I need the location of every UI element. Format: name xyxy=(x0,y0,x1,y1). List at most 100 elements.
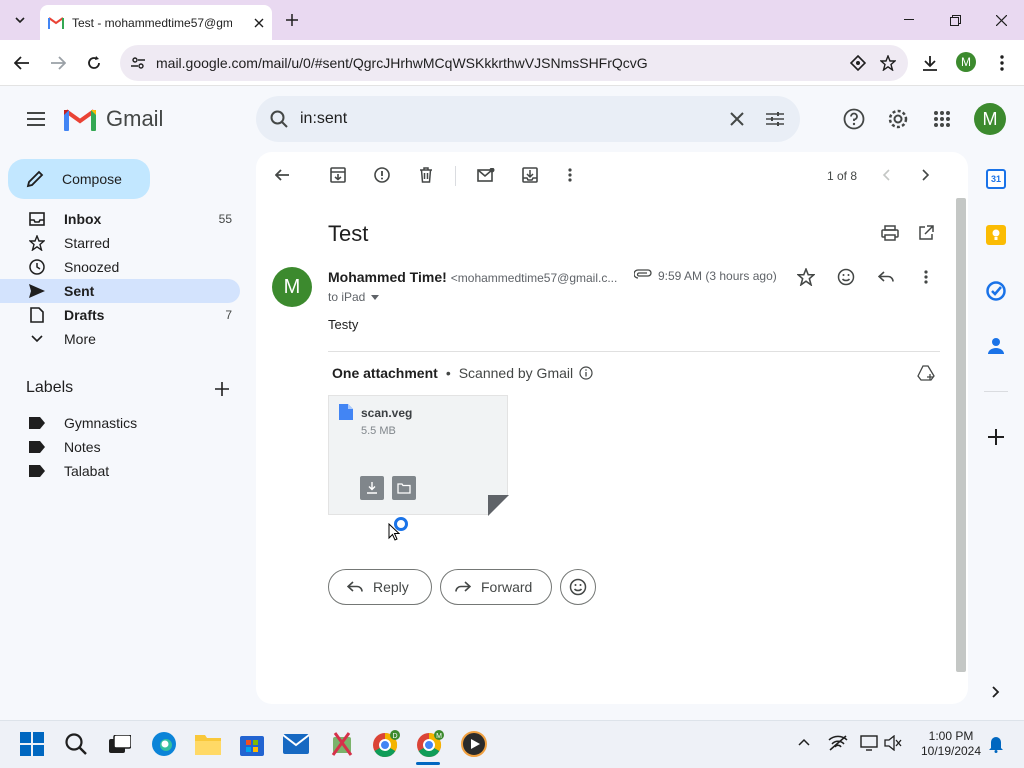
tasks-app-icon[interactable] xyxy=(986,281,1006,301)
file-explorer-icon[interactable] xyxy=(192,728,224,760)
more-actions-icon[interactable] xyxy=(554,159,586,191)
compose-button[interactable]: Compose xyxy=(8,159,150,199)
clock-time: 1:00 PM xyxy=(928,729,974,743)
notification-bell-icon[interactable] xyxy=(988,735,1004,753)
keep-app-icon[interactable] xyxy=(986,225,1006,245)
label-item-talabat[interactable]: Talabat xyxy=(0,459,240,483)
vertical-scrollbar[interactable] xyxy=(956,198,966,672)
task-view-icon[interactable] xyxy=(104,728,136,760)
system-clock[interactable]: 1:00 PM 10/19/2024 xyxy=(916,729,986,759)
chevron-down-icon xyxy=(28,330,46,348)
sidebar-item-more[interactable]: More xyxy=(0,327,240,351)
create-label-icon[interactable] xyxy=(206,373,238,405)
sidebar-item-snoozed[interactable]: Snoozed xyxy=(0,255,240,279)
windows-start-icon[interactable] xyxy=(16,728,48,760)
settings-gear-icon[interactable] xyxy=(882,103,914,135)
downloads-icon[interactable] xyxy=(914,47,946,79)
save-to-drive-icon[interactable] xyxy=(910,357,942,389)
show-side-panel-icon[interactable] xyxy=(992,686,1000,698)
tab-close-icon[interactable] xyxy=(254,18,264,28)
reply-icon[interactable] xyxy=(870,261,902,293)
forward-button[interactable]: Forward xyxy=(440,569,552,605)
sidebar-item-label: Inbox xyxy=(64,211,102,227)
reply-button[interactable]: Reply xyxy=(328,569,432,605)
forward-icon[interactable] xyxy=(42,47,74,79)
mail-app-icon[interactable] xyxy=(280,728,312,760)
support-icon[interactable] xyxy=(838,103,870,135)
back-icon[interactable] xyxy=(6,47,38,79)
media-player-icon[interactable] xyxy=(458,728,490,760)
address-bar[interactable]: mail.google.com/mail/u/0/#sent/QgrcJHrhw… xyxy=(120,45,908,81)
chrome-profile-d-icon[interactable]: D xyxy=(370,728,402,760)
main-menu-icon[interactable] xyxy=(20,103,52,135)
open-new-window-icon[interactable] xyxy=(910,217,942,249)
account-avatar[interactable]: M xyxy=(974,103,1006,135)
calendar-app-icon[interactable]: 31 xyxy=(986,169,1006,189)
search-bar[interactable]: in:sent xyxy=(256,96,800,142)
edge-browser-icon[interactable] xyxy=(148,728,180,760)
move-to-icon[interactable] xyxy=(514,159,546,191)
emoji-react-icon[interactable] xyxy=(830,261,862,293)
forward-label: Forward xyxy=(481,579,533,595)
attachment-card[interactable]: scan.veg 5.5 MB xyxy=(328,395,509,516)
get-addons-icon[interactable] xyxy=(988,429,1004,445)
snipping-tool-icon[interactable] xyxy=(326,728,358,760)
archive-icon[interactable] xyxy=(322,159,354,191)
back-to-list-icon[interactable] xyxy=(266,159,298,191)
label-item-notes[interactable]: Notes xyxy=(0,435,240,459)
clear-search-icon[interactable] xyxy=(730,112,744,126)
search-options-icon[interactable] xyxy=(766,111,784,127)
taskbar-search-icon[interactable] xyxy=(60,728,92,760)
newer-chevron-icon[interactable] xyxy=(870,159,902,191)
attachment-add-to-drive-button[interactable] xyxy=(392,476,416,500)
network-icon[interactable] xyxy=(828,735,848,751)
sender-avatar[interactable]: M xyxy=(272,267,312,307)
mark-unread-icon[interactable] xyxy=(470,159,502,191)
chrome-profile-m-icon[interactable]: M xyxy=(414,728,446,760)
recipients-dropdown-icon[interactable] xyxy=(371,294,380,300)
search-icon[interactable] xyxy=(270,110,288,128)
tab-search-icon[interactable] xyxy=(4,4,36,36)
search-input[interactable]: in:sent xyxy=(300,110,347,128)
site-info-icon[interactable] xyxy=(130,55,146,71)
contacts-app-icon[interactable] xyxy=(988,337,1004,355)
emoji-reaction-button[interactable] xyxy=(560,569,596,605)
browser-tab-active[interactable]: Test - mohammedtime57@gmail.com xyxy=(40,5,272,40)
forward-arrow-icon xyxy=(455,581,471,593)
chrome-menu-icon[interactable] xyxy=(986,47,1018,79)
tab-title: Test - mohammedtime57@gmail.com xyxy=(72,15,232,30)
star-message-icon[interactable] xyxy=(790,261,822,293)
sender-name[interactable]: Mohammed Time! xyxy=(328,269,447,285)
chrome-profile-avatar[interactable]: M xyxy=(956,52,976,72)
show-hidden-icons-icon[interactable] xyxy=(798,738,810,746)
message-more-icon[interactable] xyxy=(910,261,942,293)
google-apps-icon[interactable] xyxy=(926,103,958,135)
microsoft-store-icon[interactable] xyxy=(236,728,268,760)
reply-arrow-icon xyxy=(347,581,363,593)
info-icon[interactable] xyxy=(579,366,593,380)
display-icon[interactable] xyxy=(860,735,878,751)
bookmark-star-icon[interactable] xyxy=(880,55,896,71)
gmail-logo[interactable]: Gmail xyxy=(64,106,163,132)
sidebar-item-drafts[interactable]: Drafts 7 xyxy=(0,303,240,327)
delete-icon[interactable] xyxy=(410,159,442,191)
print-icon[interactable] xyxy=(874,217,906,249)
label-item-gymnastics[interactable]: Gymnastics xyxy=(0,411,240,435)
sidebar-item-sent[interactable]: Sent xyxy=(0,279,240,303)
sidebar-item-starred[interactable]: Starred xyxy=(0,231,240,255)
new-tab-button[interactable] xyxy=(276,4,308,36)
restore-button[interactable] xyxy=(932,0,978,40)
sidebar-item-label: Sent xyxy=(64,283,95,299)
attachment-filesize: 5.5 MB xyxy=(361,425,396,437)
label-tag-icon xyxy=(28,438,46,456)
recipients-line[interactable]: to iPad xyxy=(328,290,380,304)
attachment-download-button[interactable] xyxy=(360,476,384,500)
minimize-button[interactable] xyxy=(886,0,932,40)
close-window-button[interactable] xyxy=(978,0,1024,40)
reload-icon[interactable] xyxy=(78,47,110,79)
volume-muted-icon[interactable] xyxy=(884,735,902,751)
report-spam-icon[interactable] xyxy=(366,159,398,191)
lens-icon[interactable] xyxy=(850,55,866,71)
sidebar-item-inbox[interactable]: Inbox 55 xyxy=(0,207,240,231)
older-chevron-icon[interactable] xyxy=(910,159,942,191)
